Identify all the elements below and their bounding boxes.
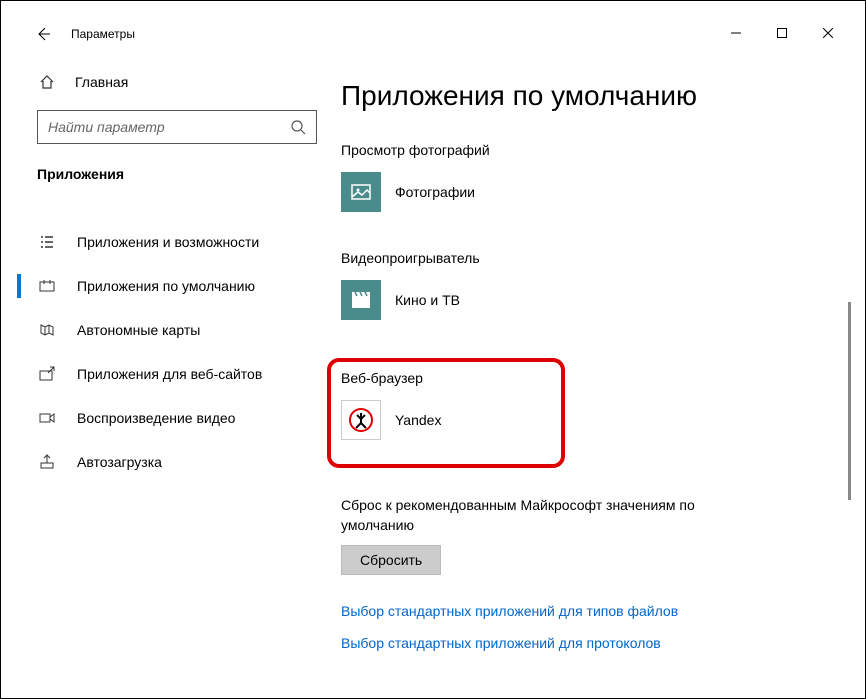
- category-label: Видеопроигрыватель: [341, 250, 791, 266]
- close-button[interactable]: [805, 18, 851, 48]
- titlebar: Параметры: [17, 18, 851, 50]
- app-tile-photos[interactable]: Фотографии: [341, 170, 525, 214]
- nav-apps-features[interactable]: Приложения и возможности: [17, 220, 337, 264]
- window-title: Параметры: [71, 27, 135, 41]
- search-icon: [290, 119, 306, 135]
- page-heading: Приложения по умолчанию: [341, 80, 791, 112]
- nav-offline-maps[interactable]: Автономные карты: [17, 308, 337, 352]
- default-icon: [37, 278, 57, 294]
- nav-startup[interactable]: Автозагрузка: [17, 440, 337, 484]
- home-label: Главная: [75, 74, 128, 90]
- photos-icon: [341, 172, 381, 212]
- app-name: Кино и ТВ: [395, 292, 460, 308]
- nav-label: Приложения для веб-сайтов: [77, 366, 262, 382]
- app-name: Yandex: [395, 412, 441, 428]
- link-filetypes[interactable]: Выбор стандартных приложений для типов ф…: [341, 603, 791, 619]
- search-placeholder: Найти параметр: [48, 119, 290, 135]
- section-title: Приложения: [17, 158, 337, 190]
- category-photos: Просмотр фотографий Фотографии: [341, 142, 791, 214]
- scrollbar[interactable]: [848, 302, 851, 500]
- minimize-icon: [731, 28, 741, 38]
- nav-label: Автозагрузка: [77, 454, 162, 470]
- startup-icon: [37, 454, 57, 470]
- arrow-left-icon: [35, 26, 51, 42]
- nav-label: Приложения по умолчанию: [77, 278, 255, 294]
- nav-video-playback[interactable]: Воспроизведение видео: [17, 396, 337, 440]
- category-label: Просмотр фотографий: [341, 142, 791, 158]
- video-icon: [37, 410, 57, 426]
- maximize-icon: [777, 28, 787, 38]
- nav-default-apps[interactable]: Приложения по умолчанию: [17, 264, 337, 308]
- search-input[interactable]: Найти параметр: [37, 110, 317, 144]
- reset-button-label: Сбросить: [360, 552, 422, 568]
- app-tile-movies[interactable]: Кино и ТВ: [341, 278, 510, 322]
- app-tile-yandex[interactable]: Yandex: [341, 398, 461, 442]
- movies-icon: [341, 280, 381, 320]
- sidebar: Главная Найти параметр Приложения Прилож…: [17, 50, 337, 683]
- reset-button[interactable]: Сбросить: [341, 545, 441, 575]
- highlight-browser: Веб-браузер Yandex: [327, 358, 565, 468]
- close-icon: [823, 28, 833, 38]
- link-protocols[interactable]: Выбор стандартных приложений для протоко…: [341, 635, 791, 651]
- minimize-button[interactable]: [713, 18, 759, 48]
- main-content: Приложения по умолчанию Просмотр фотогра…: [337, 50, 851, 683]
- back-button[interactable]: [29, 20, 57, 48]
- app-name: Фотографии: [395, 184, 475, 200]
- category-label: Веб-браузер: [341, 370, 461, 386]
- share-icon: [37, 366, 57, 382]
- home-nav[interactable]: Главная: [21, 68, 337, 96]
- maximize-button[interactable]: [759, 18, 805, 48]
- category-browser: Веб-браузер Yandex: [341, 370, 461, 442]
- category-video: Видеопроигрыватель Кино и ТВ: [341, 250, 791, 322]
- list-icon: [37, 234, 57, 250]
- yandex-icon: [341, 400, 381, 440]
- nav-websites-apps[interactable]: Приложения для веб-сайтов: [17, 352, 337, 396]
- nav-label: Приложения и возможности: [77, 234, 259, 250]
- nav-label: Автономные карты: [77, 322, 200, 338]
- nav-label: Воспроизведение видео: [77, 410, 235, 426]
- reset-description: Сброс к рекомендованным Майкрософт значе…: [341, 496, 761, 535]
- home-icon: [37, 74, 57, 90]
- map-icon: [37, 322, 57, 338]
